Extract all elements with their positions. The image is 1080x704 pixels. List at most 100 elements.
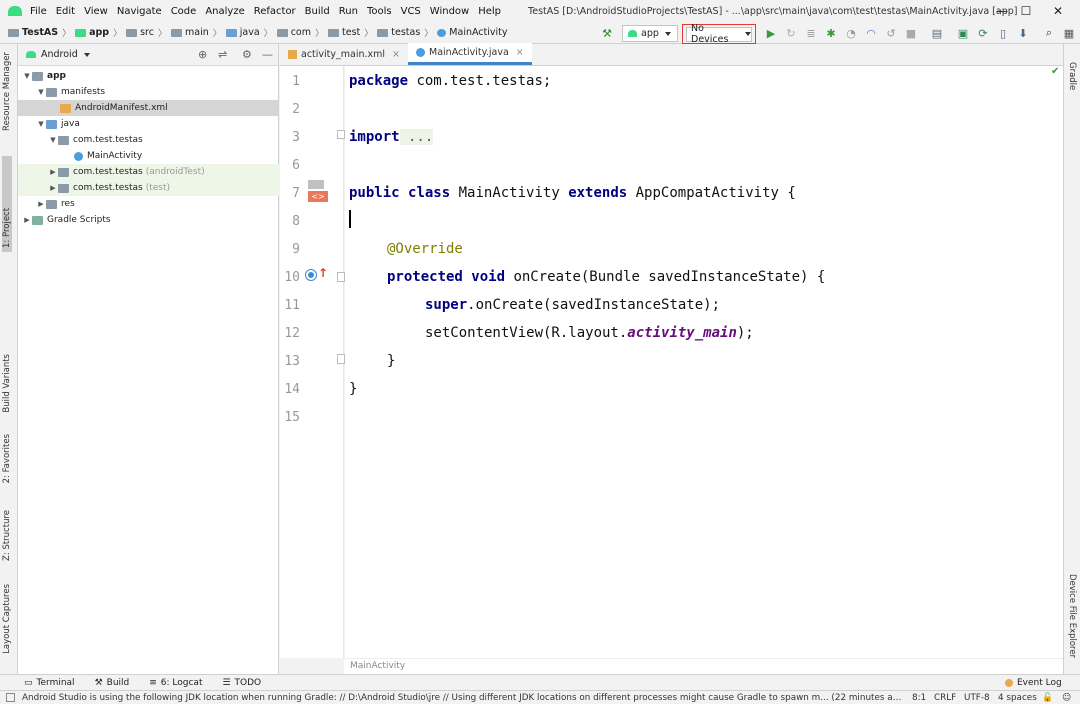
menu-run[interactable]: Run bbox=[339, 6, 358, 17]
android-icon bbox=[628, 30, 637, 37]
layout-captures-tab[interactable]: Layout Captures bbox=[2, 584, 12, 654]
project-tab[interactable]: 1: Project bbox=[2, 156, 12, 252]
tree-node-res[interactable]: ▶ res bbox=[18, 196, 279, 212]
debug-icon[interactable]: ✱ bbox=[824, 26, 838, 40]
device-file-explorer-tab[interactable]: Device File Explorer bbox=[1067, 574, 1077, 658]
search-icon[interactable]: ⌕ bbox=[1042, 26, 1056, 40]
inspector-icon[interactable]: ☺ bbox=[1062, 691, 1071, 704]
folder-icon bbox=[46, 199, 57, 209]
gradle-tab[interactable]: Gradle bbox=[1067, 62, 1077, 90]
build-tab[interactable]: ⚒ Build bbox=[95, 678, 130, 688]
indent-setting[interactable]: 4 spaces bbox=[998, 691, 1037, 704]
override-method-icon[interactable] bbox=[306, 270, 316, 280]
todo-tab[interactable]: ☰ TODO bbox=[222, 678, 261, 688]
menu-edit[interactable]: Edit bbox=[56, 6, 75, 17]
fold-marker-icon[interactable] bbox=[337, 130, 345, 139]
breadcrumb-main[interactable]: main 〉 bbox=[171, 26, 222, 39]
menu-tools[interactable]: Tools bbox=[367, 6, 392, 17]
menu-code[interactable]: Code bbox=[171, 6, 197, 17]
text-caret bbox=[349, 210, 351, 228]
project-panel: Android ⊕ ⇌ ⚙ — ▼ app ▼ manifests AndroidM… bbox=[18, 44, 279, 674]
breadcrumb-testas[interactable]: testas 〉 bbox=[377, 26, 433, 39]
folder-icon bbox=[8, 28, 19, 37]
collapse-all-icon[interactable]: ⇌ bbox=[218, 48, 227, 61]
line-separator[interactable]: CRLF bbox=[934, 691, 956, 704]
tab-activity-main-xml[interactable]: activity_main.xml × bbox=[280, 43, 408, 65]
lock-icon[interactable]: 🔓 bbox=[1042, 691, 1053, 704]
status-message[interactable]: Android Studio is using the following JD… bbox=[22, 693, 902, 703]
hammer-icon: ⚒ bbox=[94, 677, 103, 688]
event-log-button[interactable]: Event Log bbox=[1005, 678, 1062, 688]
line-number: 12 bbox=[284, 326, 300, 341]
tree-node-mainactivity[interactable]: MainActivity bbox=[18, 148, 279, 164]
package-icon bbox=[58, 183, 69, 193]
breadcrumb-java[interactable]: java 〉 bbox=[225, 26, 273, 39]
make-project-icon[interactable]: ⚒ bbox=[600, 26, 614, 40]
tree-node-java[interactable]: ▼ java bbox=[18, 116, 279, 132]
structure-tab[interactable]: Z: Structure bbox=[2, 510, 12, 561]
fold-marker-icon[interactable] bbox=[337, 354, 345, 364]
locate-icon[interactable]: ⊕ bbox=[198, 48, 207, 61]
device-selector[interactable]: No Devices bbox=[682, 23, 756, 45]
project-view-select[interactable]: Android bbox=[41, 49, 78, 60]
menu-refactor[interactable]: Refactor bbox=[254, 6, 296, 17]
menu-build[interactable]: Build bbox=[305, 6, 330, 17]
menu-navigate[interactable]: Navigate bbox=[117, 6, 162, 17]
breadcrumb-mainactivity[interactable]: MainActivity bbox=[437, 27, 508, 38]
editor-breadcrumb[interactable]: MainActivity bbox=[344, 658, 1063, 674]
close-icon[interactable]: × bbox=[516, 47, 524, 58]
breadcrumb-test[interactable]: test 〉 bbox=[328, 26, 373, 39]
xml-link-icon[interactable]: <> bbox=[308, 191, 328, 202]
layout-preview-icon[interactable] bbox=[308, 180, 324, 189]
terminal-tab[interactable]: ▭ Terminal bbox=[24, 678, 75, 688]
close-button[interactable]: ✕ bbox=[1036, 0, 1080, 22]
menu-help[interactable]: Help bbox=[478, 6, 501, 17]
tree-node-androidtest[interactable]: ▶ com.test.testas (androidTest) bbox=[18, 164, 279, 180]
menu-file[interactable]: File bbox=[30, 6, 47, 17]
favorites-tab[interactable]: 2: Favorites bbox=[2, 434, 12, 483]
run-icon[interactable]: ▶ bbox=[764, 26, 778, 40]
line-number: 15 bbox=[284, 410, 300, 425]
package-icon bbox=[58, 167, 69, 177]
event-log-icon bbox=[1005, 678, 1013, 687]
menu-bar: File Edit View Navigate Code Analyze Ref… bbox=[0, 0, 1080, 22]
code-editor[interactable]: package com.test.testas; import ... publ… bbox=[345, 66, 1063, 658]
status-bar: Android Studio is using the following JD… bbox=[0, 690, 1080, 704]
tree-node-package[interactable]: ▼ com.test.testas bbox=[18, 132, 279, 148]
resource-manager-tab[interactable]: Resource Manager bbox=[2, 52, 12, 131]
breadcrumb-app[interactable]: app 〉 bbox=[75, 26, 122, 39]
list-icon: ☰ bbox=[222, 677, 231, 688]
fold-marker-icon[interactable] bbox=[337, 272, 345, 282]
apply-changes-icon[interactable]: ↻ bbox=[784, 26, 798, 40]
menu-view[interactable]: View bbox=[84, 6, 108, 17]
breadcrumb-com[interactable]: com 〉 bbox=[276, 26, 324, 39]
close-icon[interactable]: × bbox=[392, 49, 400, 60]
tool-windows-toggle-icon[interactable] bbox=[6, 693, 15, 702]
logcat-tab[interactable]: ≡ 6: Logcat bbox=[149, 678, 202, 688]
apply-code-changes-icon[interactable]: ≣ bbox=[804, 26, 818, 40]
inspection-ok-icon[interactable]: ✔ bbox=[1051, 66, 1059, 77]
menu-vcs[interactable]: VCS bbox=[401, 6, 421, 17]
tree-node-unittest[interactable]: ▶ com.test.testas (test) bbox=[18, 180, 279, 196]
tab-mainactivity-java[interactable]: MainActivity.java × bbox=[408, 43, 532, 65]
build-variants-tab[interactable]: Build Variants bbox=[2, 354, 12, 413]
file-encoding[interactable]: UTF-8 bbox=[964, 691, 990, 704]
sdk-manager-icon[interactable]: ⬇ bbox=[1016, 26, 1030, 40]
breadcrumb-src[interactable]: src 〉 bbox=[126, 26, 167, 39]
breadcrumb-project[interactable]: TestAS 〉 bbox=[8, 26, 71, 39]
gear-icon[interactable]: ⚙ bbox=[242, 48, 252, 61]
logcat-icon: ≡ bbox=[149, 677, 157, 688]
tree-node-androidmanifest[interactable]: AndroidManifest.xml bbox=[18, 100, 279, 116]
hide-panel-icon[interactable]: — bbox=[262, 48, 273, 61]
menu-analyze[interactable]: Analyze bbox=[205, 6, 244, 17]
caret-position[interactable]: 8:1 bbox=[912, 691, 926, 704]
chevron-down-icon[interactable] bbox=[83, 52, 90, 57]
line-number: 1 bbox=[292, 74, 300, 89]
tree-node-app[interactable]: ▼ app bbox=[18, 68, 279, 84]
tree-node-manifests[interactable]: ▼ manifests bbox=[18, 84, 279, 100]
tree-node-gradle-scripts[interactable]: ▶ Gradle Scripts bbox=[18, 212, 279, 228]
menu-window[interactable]: Window bbox=[430, 6, 469, 17]
settings-icon[interactable]: ▦ bbox=[1062, 26, 1076, 40]
line-number: 13 bbox=[284, 354, 300, 369]
run-configuration-select[interactable]: app bbox=[622, 25, 678, 42]
